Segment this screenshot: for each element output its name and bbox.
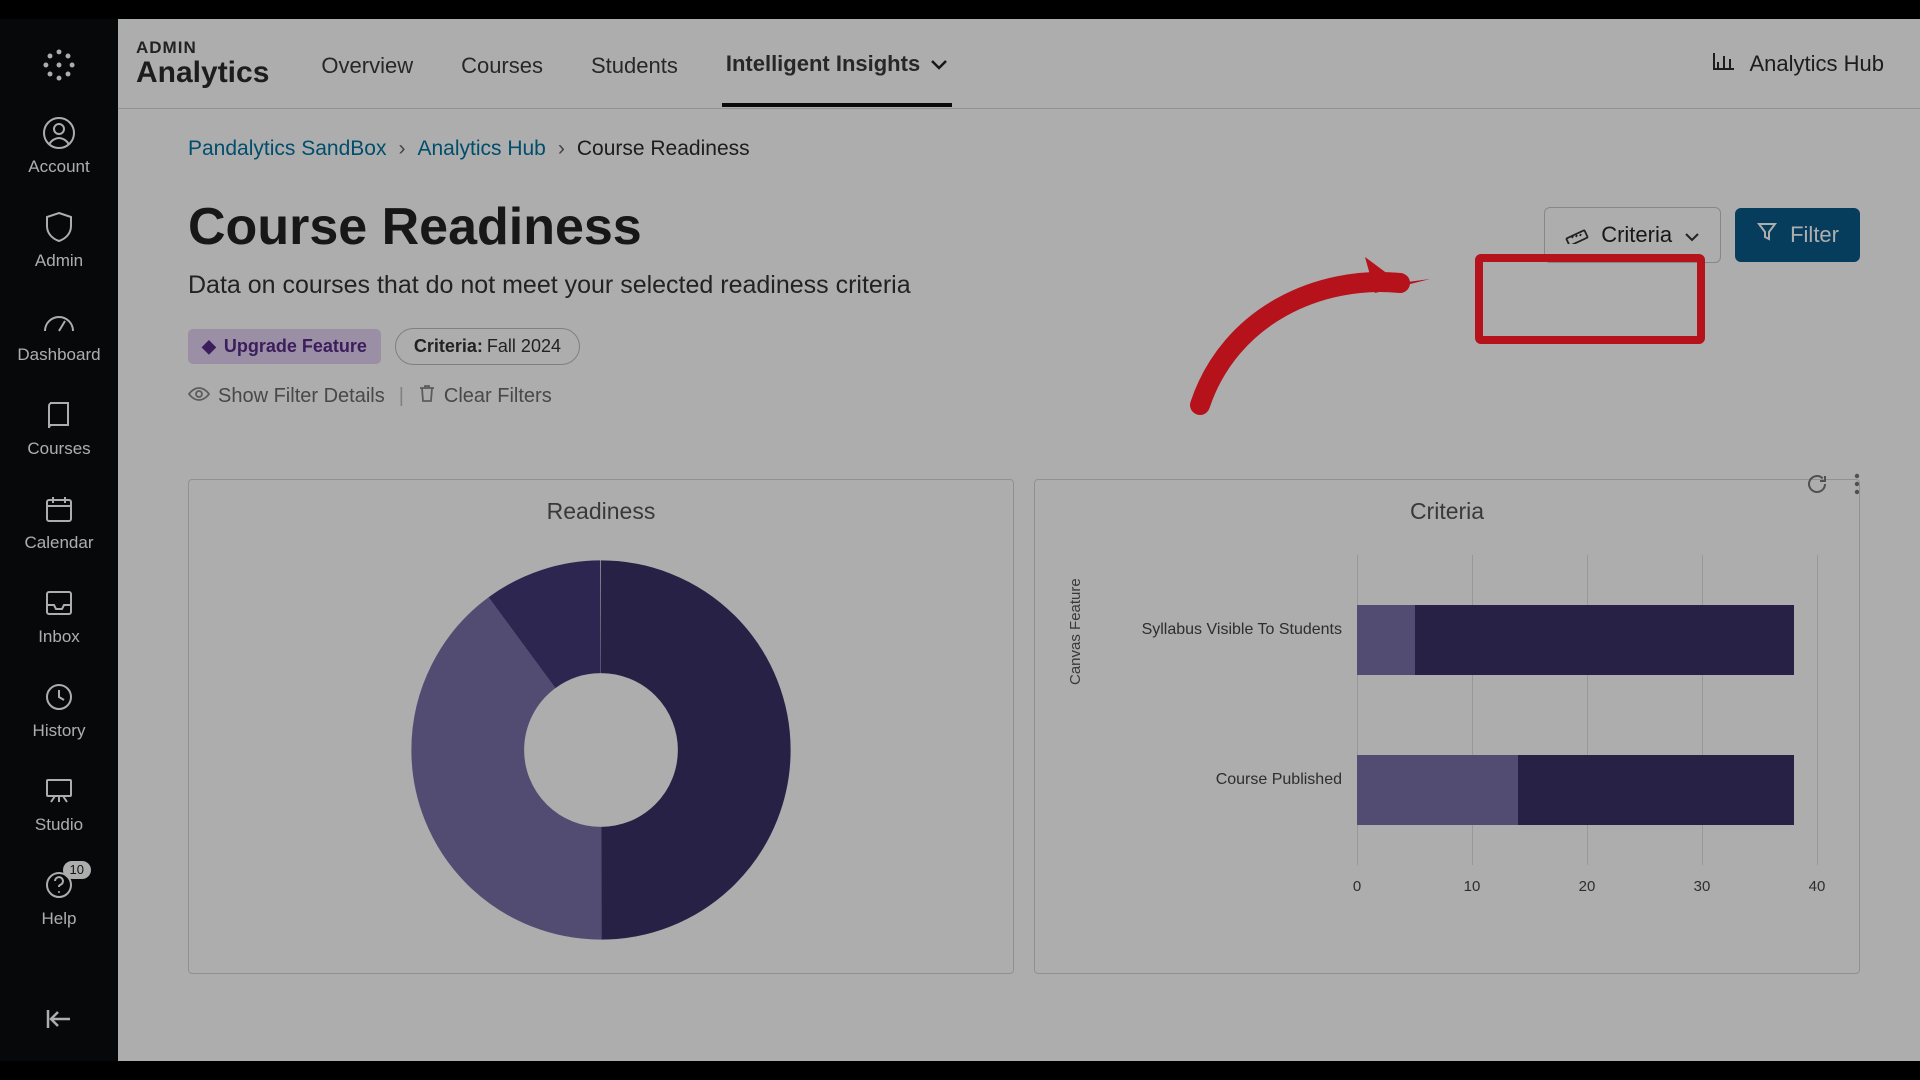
criteria-panel: Criteria Canvas Feature Syllabus Visible…: [1034, 479, 1860, 974]
bar-chart-icon: [1711, 50, 1737, 78]
refresh-button[interactable]: [1806, 473, 1828, 500]
notification-badge: 10: [63, 861, 91, 879]
bar-category-label: Course Published: [1117, 771, 1342, 789]
clear-filters-link[interactable]: Clear Filters: [418, 383, 552, 409]
primary-tabs: Overview Courses Students Intelligent In…: [317, 19, 952, 108]
sidebar-item-label: Calendar: [25, 533, 94, 553]
sidebar-item-studio[interactable]: Studio: [0, 769, 118, 839]
upgrade-feature-badge[interactable]: ◆ Upgrade Feature: [188, 329, 381, 364]
page-subtitle: Data on courses that do not meet your se…: [188, 271, 911, 300]
sidebar-item-help[interactable]: 10 Help: [0, 863, 118, 933]
clock-icon: [41, 679, 77, 715]
y-axis-label: Canvas Feature: [1067, 578, 1084, 685]
sidebar-item-label: Account: [28, 157, 89, 177]
breadcrumb-link[interactable]: Pandalytics SandBox: [188, 137, 386, 161]
sidebar-item-label: Inbox: [38, 627, 80, 647]
collapse-icon: [41, 1001, 77, 1037]
calendar-icon: [41, 491, 77, 527]
analytics-hub-link[interactable]: Analytics Hub: [1711, 50, 1884, 78]
eye-icon: [188, 385, 210, 408]
breadcrumb-current: Course Readiness: [577, 137, 750, 161]
breadcrumb: Pandalytics SandBox › Analytics Hub › Co…: [188, 137, 1860, 161]
user-circle-icon: [41, 115, 77, 151]
criteria-chip[interactable]: Criteria:Fall 2024: [395, 328, 580, 365]
sidebar-item-label: Studio: [35, 815, 83, 835]
filter-button[interactable]: Filter: [1735, 208, 1860, 262]
chevron-right-icon: ›: [398, 137, 405, 161]
canvas-logo[interactable]: [0, 43, 118, 87]
panel-title: Criteria: [1057, 498, 1837, 525]
tab-courses[interactable]: Courses: [457, 23, 547, 105]
help-icon: 10: [41, 867, 77, 903]
sidebar-item-account[interactable]: Account: [0, 111, 118, 181]
tab-intelligent-insights[interactable]: Intelligent Insights: [722, 21, 952, 107]
tab-students[interactable]: Students: [587, 23, 682, 105]
top-bar: ADMIN Analytics Overview Courses Student…: [118, 19, 1920, 109]
tab-overview[interactable]: Overview: [317, 23, 417, 105]
criteria-bar-chart: Canvas Feature Syllabus Visible To Stude…: [1117, 545, 1837, 905]
sidebar-item-history[interactable]: History: [0, 675, 118, 745]
sidebar-item-admin[interactable]: Admin: [0, 205, 118, 275]
show-filter-details-link[interactable]: Show Filter Details: [188, 385, 385, 408]
sidebar-item-label: Courses: [27, 439, 90, 459]
page-title: Course Readiness: [188, 197, 911, 257]
shield-plus-icon: ◆: [202, 336, 216, 357]
chevron-down-icon: [1684, 222, 1700, 248]
inbox-icon: [41, 585, 77, 621]
book-icon: [41, 397, 77, 433]
readiness-donut-chart: [396, 545, 806, 955]
collapse-sidebar-button[interactable]: [0, 997, 118, 1041]
shield-icon: [41, 209, 77, 245]
sidebar-item-calendar[interactable]: Calendar: [0, 487, 118, 557]
chevron-right-icon: ›: [558, 137, 565, 161]
funnel-icon: [1756, 221, 1778, 249]
breadcrumb-link[interactable]: Analytics Hub: [417, 137, 545, 161]
sidebar-item-label: Admin: [35, 251, 83, 271]
criteria-button[interactable]: Criteria: [1544, 207, 1721, 263]
panel-title: Readiness: [211, 498, 991, 525]
trash-icon: [418, 383, 436, 409]
gauge-icon: [41, 303, 77, 339]
readiness-panel: Readiness: [188, 479, 1014, 974]
sidebar-item-label: Dashboard: [17, 345, 100, 365]
more-menu-button[interactable]: [1854, 473, 1860, 500]
chevron-down-icon: [930, 51, 948, 77]
global-nav-sidebar: Account Admin Dashboard Courses Calendar…: [0, 19, 118, 1061]
sidebar-item-inbox[interactable]: Inbox: [0, 581, 118, 651]
sidebar-item-dashboard[interactable]: Dashboard: [0, 299, 118, 369]
sidebar-item-label: History: [33, 721, 86, 741]
presentation-icon: [41, 773, 77, 809]
ruler-icon: [1565, 220, 1589, 250]
bar-category-label: Syllabus Visible To Students: [1117, 621, 1342, 639]
brand-title: ADMIN Analytics: [136, 38, 269, 90]
sidebar-item-label: Help: [42, 909, 77, 929]
sidebar-item-courses[interactable]: Courses: [0, 393, 118, 463]
